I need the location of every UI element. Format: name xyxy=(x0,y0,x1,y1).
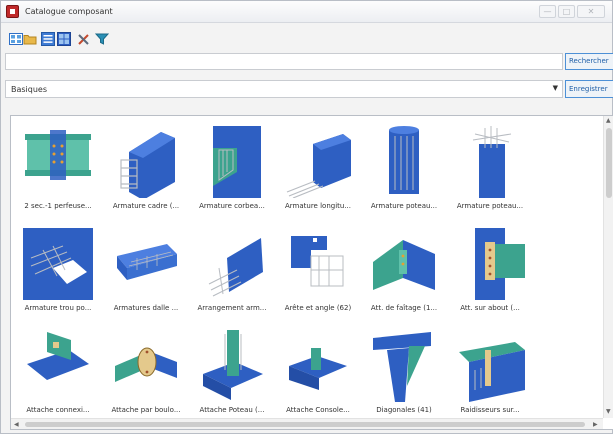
catalog-item[interactable]: Attache par boulo... xyxy=(103,330,187,429)
column-base-plate-icon xyxy=(203,330,263,400)
category-select[interactable]: Basiques ▼ xyxy=(5,80,563,98)
end-plate-connection-icon xyxy=(475,228,525,300)
view-list-icon[interactable] xyxy=(41,32,55,46)
catalog-item[interactable]: Armature poteau... xyxy=(361,126,445,226)
item-label: Att. sur about (... xyxy=(460,304,520,312)
item-label: Diagonales (41) xyxy=(376,406,432,414)
save-button[interactable]: Enregistrer xyxy=(565,80,613,98)
catalog-panel: 2 sec.-1 perfeuse... Armature cadre (... xyxy=(10,115,613,430)
catalog-item[interactable]: Attache connexi... xyxy=(15,330,99,429)
catalog-item[interactable]: Armatures dalle ... xyxy=(103,228,187,328)
horizontal-scroll-thumb[interactable] xyxy=(25,422,585,427)
catalog-item[interactable]: Att. de faîtage (1... xyxy=(361,228,445,328)
scroll-right-icon[interactable]: ▶ xyxy=(593,421,598,428)
catalog-window: Catalogue composant — □ ✕ Rechercher Bas… xyxy=(0,0,613,434)
search-input[interactable] xyxy=(5,53,563,70)
scroll-up-icon[interactable]: ▲ xyxy=(606,117,611,124)
console-connection-icon xyxy=(289,348,347,390)
beam-splice-icon xyxy=(25,130,91,180)
catalog-item[interactable]: Armature trou po... xyxy=(15,228,99,328)
edge-and-corner-icon xyxy=(291,236,344,287)
item-label: Armatures dalle ... xyxy=(113,304,179,312)
item-label: Arrangement arm... xyxy=(197,304,267,312)
catalog-item[interactable]: Attache Poteau (... xyxy=(189,330,273,429)
item-label: Attache par boulo... xyxy=(111,406,181,414)
item-label: Armature trou po... xyxy=(24,304,92,312)
column-rebar-cage-icon xyxy=(120,132,175,198)
catalog-item[interactable]: Arrangement arm... xyxy=(189,228,273,328)
catalog-item[interactable]: Att. sur about (... xyxy=(447,228,531,328)
item-label: Attache connexi... xyxy=(26,406,90,414)
filter-icon[interactable] xyxy=(95,32,109,46)
minimize-button[interactable]: — xyxy=(539,5,556,18)
vertical-scroll-thumb[interactable] xyxy=(606,128,612,198)
vertical-scrollbar[interactable]: ▲ ▼ xyxy=(603,116,613,418)
chevron-down-icon: ▼ xyxy=(552,84,558,92)
item-label: Armature corbea... xyxy=(199,202,265,210)
item-label: Armature longitu... xyxy=(285,202,351,210)
app-icon xyxy=(6,5,19,18)
category-value: Basiques xyxy=(11,85,48,94)
close-button[interactable]: ✕ xyxy=(577,5,605,18)
catalog-item[interactable]: Armature corbea... xyxy=(189,126,273,226)
catalog-item[interactable]: Raidisseurs sur... xyxy=(447,330,531,429)
catalog-item[interactable]: Armature poteau... xyxy=(447,126,531,226)
maximize-button[interactable]: □ xyxy=(558,5,575,18)
catalog-item[interactable]: Arête et angle (62) xyxy=(275,228,359,328)
item-label: Armature poteau... xyxy=(456,202,524,210)
folder-icon[interactable] xyxy=(23,32,37,46)
item-label: Armature cadre (... xyxy=(112,202,180,210)
item-label: 2 sec.-1 perfeuse... xyxy=(24,202,92,210)
catalog-item[interactable]: 2 sec.-1 perfeuse... xyxy=(15,126,99,226)
round-column-rebar-icon xyxy=(389,126,419,194)
ridge-connection-icon xyxy=(373,240,435,290)
horizontal-scrollbar[interactable]: ◀ ▶ xyxy=(11,418,603,429)
stiffeners-icon xyxy=(459,342,525,402)
tools-icon[interactable] xyxy=(77,32,91,46)
item-label: Armature poteau... xyxy=(370,202,438,210)
slab-rebar-icon xyxy=(117,244,177,280)
column-rebar-top-icon xyxy=(472,126,512,198)
catalog-item[interactable]: Armature longitu... xyxy=(275,126,359,226)
longitudinal-rebar-icon xyxy=(286,134,351,198)
scroll-down-icon[interactable]: ▼ xyxy=(606,408,611,415)
view-details-icon[interactable] xyxy=(57,32,71,46)
item-label: Attache Poteau (... xyxy=(199,406,265,414)
item-label: Raidisseurs sur... xyxy=(460,406,520,414)
corbel-rebar-icon xyxy=(213,126,261,198)
diagonal-bracing-icon xyxy=(373,332,431,402)
window-title: Catalogue composant xyxy=(25,7,113,16)
slab-opening-rebar-icon xyxy=(23,228,93,300)
bolted-pipe-connection-icon xyxy=(115,347,177,382)
scroll-left-icon[interactable]: ◀ xyxy=(14,421,19,428)
catalog-item[interactable]: Armature cadre (... xyxy=(103,126,187,226)
catalog-item[interactable]: Diagonales (41) xyxy=(361,330,445,429)
search-button[interactable]: Rechercher xyxy=(565,53,613,70)
purlin-connection-icon xyxy=(27,332,89,380)
item-label: Arête et angle (62) xyxy=(284,304,352,312)
item-label: Attache Console... xyxy=(286,406,350,414)
catalog-item[interactable]: Attache Console... xyxy=(275,330,359,429)
view-large-icon[interactable] xyxy=(9,32,23,46)
toolbar xyxy=(1,24,612,52)
rebar-arrangement-icon xyxy=(208,238,263,297)
title-bar: Catalogue composant — □ ✕ xyxy=(1,1,612,23)
item-label: Att. de faîtage (1... xyxy=(370,304,438,312)
